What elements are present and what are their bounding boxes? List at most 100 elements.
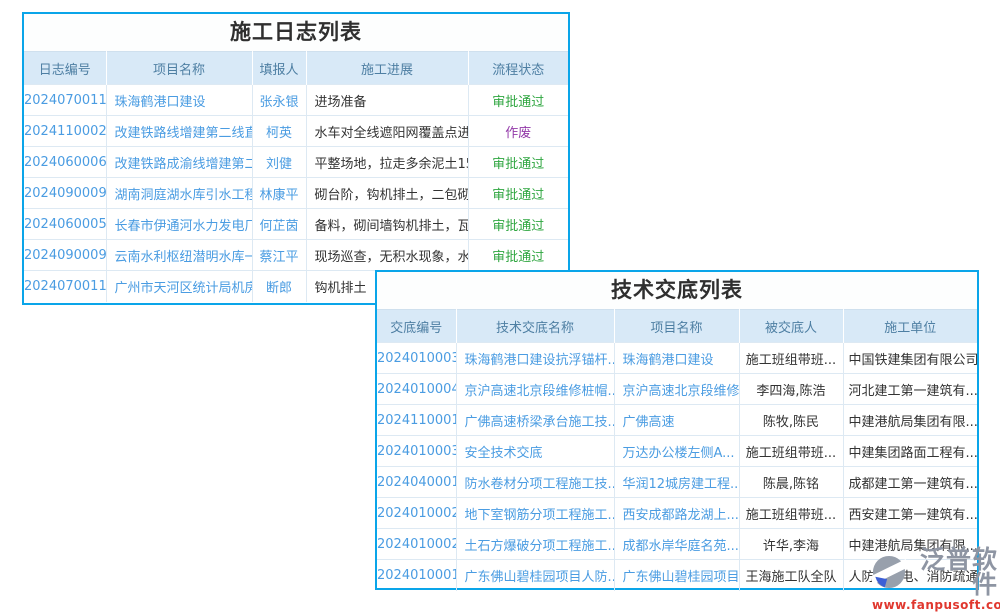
disclosure-name-link[interactable]: 广东佛山碧桂园项目人防... xyxy=(456,560,614,591)
log-progress-text: 进场准备 xyxy=(306,85,468,116)
disclosure-name-link[interactable]: 防水卷材分项工程施工技... xyxy=(456,467,614,498)
disclosure-col-project: 项目名称 xyxy=(614,310,739,343)
log-id-link[interactable]: 2024060005 xyxy=(24,209,106,240)
log-col-progress: 施工进展 xyxy=(306,52,468,85)
log-status-badge: 审批通过 xyxy=(468,240,568,271)
log-reporter-link[interactable]: 林康平 xyxy=(252,178,306,209)
log-reporter-link[interactable]: 断郎 xyxy=(252,271,306,302)
disclosure-id-link[interactable]: 2024110001 xyxy=(377,405,456,436)
disclosure-name-link[interactable]: 安全技术交底 xyxy=(456,436,614,467)
disclosure-project-link[interactable]: 成都水岸华庭名苑... xyxy=(614,529,739,560)
disclosure-id-link[interactable]: 2024010002 xyxy=(377,498,456,529)
log-id-link[interactable]: 2024070011 xyxy=(24,271,106,302)
technical-disclosure-panel: 技术交底列表 交底编号 技术交底名称 项目名称 被交底人 施工单位 202401… xyxy=(375,270,979,590)
disclosure-project-link[interactable]: 京沪高速北京段维修 xyxy=(614,374,739,405)
disclosure-persons-text: 陈晨,陈铭 xyxy=(739,467,843,498)
disclosure-project-link[interactable]: 珠海鹤港口建设 xyxy=(614,343,739,374)
construction-log-panel: 施工日志列表 日志编号 项目名称 填报人 施工进展 流程状态 202407001… xyxy=(22,12,570,305)
construction-log-table: 日志编号 项目名称 填报人 施工进展 流程状态 2024070011 珠海鹤港口… xyxy=(24,51,568,302)
disclosure-id-link[interactable]: 2024010001 xyxy=(377,560,456,591)
log-status-badge: 审批通过 xyxy=(468,85,568,116)
log-progress-text: 备料，砌间墙钩机排土，瓦... xyxy=(306,209,468,240)
disclosure-name-link[interactable]: 土石方爆破分项工程施工... xyxy=(456,529,614,560)
disclosure-name-link[interactable]: 京沪高速北京段维修桩帽... xyxy=(456,374,614,405)
log-reporter-link[interactable]: 蔡江平 xyxy=(252,240,306,271)
log-id-link[interactable]: 2024110002 xyxy=(24,116,106,147)
log-col-reporter: 填报人 xyxy=(252,52,306,85)
disclosure-row: 2024010002 地下室钢筋分项工程施工... 西安成都路龙湖上... 施工… xyxy=(377,498,977,529)
disclosure-persons-text: 陈牧,陈民 xyxy=(739,405,843,436)
log-reporter-link[interactable]: 张永银 xyxy=(252,85,306,116)
log-progress-text: 砌台阶，钩机排土，二包砌... xyxy=(306,178,468,209)
disclosure-project-link[interactable]: 万达办公楼左侧A... xyxy=(614,436,739,467)
disclosure-row: 2024010004 京沪高速北京段维修桩帽... 京沪高速北京段维修 李四海,… xyxy=(377,374,977,405)
disclosure-persons-text: 王海施工队全队 xyxy=(739,560,843,591)
disclosure-persons-text: 施工班组带班... xyxy=(739,343,843,374)
log-project-link[interactable]: 改建铁路成渝线增建第二... xyxy=(106,147,252,178)
log-header-row: 日志编号 项目名称 填报人 施工进展 流程状态 xyxy=(24,52,568,85)
disclosure-row: 2024110001 广佛高速桥梁承台施工技... 广佛高速 陈牧,陈民 中建港… xyxy=(377,405,977,436)
disclosure-id-link[interactable]: 2024040001 xyxy=(377,467,456,498)
log-row: 2024090009 湖南洞庭湖水库引水工程... 林康平 砌台阶，钩机排土，二… xyxy=(24,178,568,209)
disclosure-name-link[interactable]: 珠海鹤港口建设抗浮锚杆... xyxy=(456,343,614,374)
fanpu-logo-icon xyxy=(872,555,906,589)
disclosure-unit-text: 成都建工第一建筑有... xyxy=(843,467,977,498)
disclosure-row: 2024010003 珠海鹤港口建设抗浮锚杆... 珠海鹤港口建设 施工班组带班… xyxy=(377,343,977,374)
disclosure-project-link[interactable]: 西安成都路龙湖上... xyxy=(614,498,739,529)
disclosure-unit-text: 西安建工第一建筑有... xyxy=(843,498,977,529)
disclosure-id-link[interactable]: 2024010003 xyxy=(377,343,456,374)
disclosure-row: 2024010003 安全技术交底 万达办公楼左侧A... 施工班组带班... … xyxy=(377,436,977,467)
disclosure-project-link[interactable]: 华润12城房建工程... xyxy=(614,467,739,498)
fanpu-url-text: www.fanpusoft.com xyxy=(872,599,998,611)
log-row: 2024060005 长春市伊通河水力发电厂... 何芷茵 备料，砌间墙钩机排土… xyxy=(24,209,568,240)
log-id-link[interactable]: 2024090009 xyxy=(24,178,106,209)
construction-log-title: 施工日志列表 xyxy=(24,14,568,51)
log-col-project: 项目名称 xyxy=(106,52,252,85)
log-col-status: 流程状态 xyxy=(468,52,568,85)
disclosure-id-link[interactable]: 2024010002 xyxy=(377,529,456,560)
log-project-link[interactable]: 长春市伊通河水力发电厂... xyxy=(106,209,252,240)
log-row: 2024070011 珠海鹤港口建设 张永银 进场准备 审批通过 xyxy=(24,85,568,116)
log-project-link[interactable]: 广州市天河区统计局机房... xyxy=(106,271,252,302)
fanpu-brand-text: 泛普软件 xyxy=(908,547,998,597)
disclosure-persons-text: 施工班组带班... xyxy=(739,498,843,529)
disclosure-unit-text: 中建港航局集团有限... xyxy=(843,405,977,436)
fanpu-watermark: 泛普软件 www.fanpusoft.com xyxy=(872,547,998,611)
disclosure-name-link[interactable]: 地下室钢筋分项工程施工... xyxy=(456,498,614,529)
log-project-link[interactable]: 云南水利枢纽潜明水库一... xyxy=(106,240,252,271)
log-id-link[interactable]: 2024060006 xyxy=(24,147,106,178)
log-progress-text: 水车对全线遮阳网覆盖点进... xyxy=(306,116,468,147)
disclosure-persons-text: 李四海,陈浩 xyxy=(739,374,843,405)
log-progress-text: 现场巡查，无积水现象，水... xyxy=(306,240,468,271)
log-status-badge: 审批通过 xyxy=(468,209,568,240)
disclosure-unit-text: 中建集团路面工程有... xyxy=(843,436,977,467)
disclosure-header-row: 交底编号 技术交底名称 项目名称 被交底人 施工单位 xyxy=(377,310,977,343)
log-col-id: 日志编号 xyxy=(24,52,106,85)
log-project-link[interactable]: 改建铁路线增建第二线直... xyxy=(106,116,252,147)
disclosure-col-persons: 被交底人 xyxy=(739,310,843,343)
log-project-link[interactable]: 珠海鹤港口建设 xyxy=(106,85,252,116)
log-project-link[interactable]: 湖南洞庭湖水库引水工程... xyxy=(106,178,252,209)
log-id-link[interactable]: 2024070011 xyxy=(24,85,106,116)
log-reporter-link[interactable]: 何芷茵 xyxy=(252,209,306,240)
log-reporter-link[interactable]: 刘健 xyxy=(252,147,306,178)
disclosure-name-link[interactable]: 广佛高速桥梁承台施工技... xyxy=(456,405,614,436)
log-id-link[interactable]: 2024090009 xyxy=(24,240,106,271)
log-row: 2024090009 云南水利枢纽潜明水库一... 蔡江平 现场巡查，无积水现象… xyxy=(24,240,568,271)
disclosure-col-unit: 施工单位 xyxy=(843,310,977,343)
disclosure-row: 2024040001 防水卷材分项工程施工技... 华润12城房建工程... 陈… xyxy=(377,467,977,498)
log-row: 2024110002 改建铁路线增建第二线直... 柯英 水车对全线遮阳网覆盖点… xyxy=(24,116,568,147)
disclosure-project-link[interactable]: 广佛高速 xyxy=(614,405,739,436)
disclosure-id-link[interactable]: 2024010004 xyxy=(377,374,456,405)
log-progress-text: 平整场地，拉走多余泥土15... xyxy=(306,147,468,178)
log-reporter-link[interactable]: 柯英 xyxy=(252,116,306,147)
disclosure-persons-text: 施工班组带班... xyxy=(739,436,843,467)
log-status-badge: 作废 xyxy=(468,116,568,147)
log-status-badge: 审批通过 xyxy=(468,178,568,209)
disclosure-unit-text: 中国铁建集团有限公司 xyxy=(843,343,977,374)
disclosure-project-link[interactable]: 广东佛山碧桂园项目 xyxy=(614,560,739,591)
technical-disclosure-title: 技术交底列表 xyxy=(377,272,977,309)
disclosure-id-link[interactable]: 2024010003 xyxy=(377,436,456,467)
disclosure-persons-text: 许华,李海 xyxy=(739,529,843,560)
disclosure-col-id: 交底编号 xyxy=(377,310,456,343)
